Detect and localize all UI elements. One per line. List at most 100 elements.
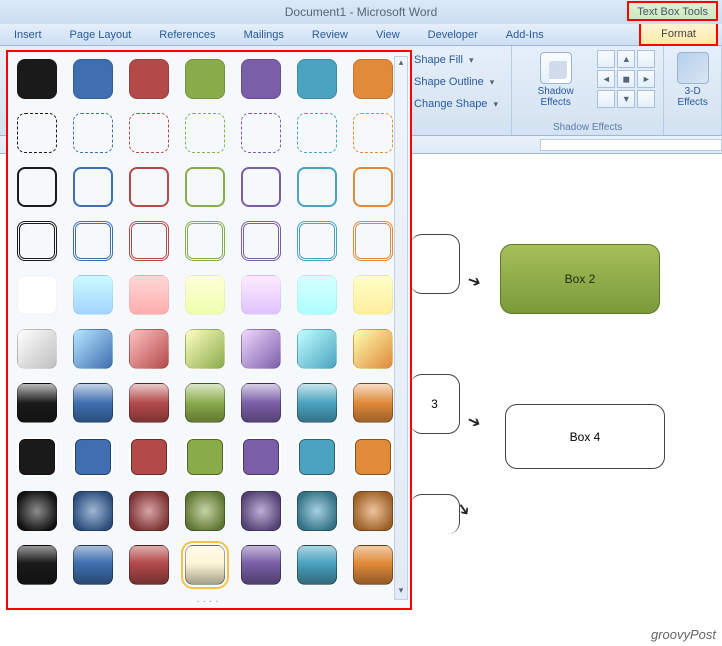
style-swatch[interactable]	[73, 437, 113, 477]
nudge-left-button[interactable]: ◄	[597, 70, 615, 88]
shadow-effects-button[interactable]: Shadow Effects	[520, 50, 591, 110]
style-swatch[interactable]	[353, 221, 393, 261]
style-swatch[interactable]	[353, 167, 393, 207]
flow-box-partial-bottom[interactable]	[410, 494, 460, 534]
style-swatch[interactable]	[73, 221, 113, 261]
style-swatch[interactable]	[17, 545, 57, 585]
style-swatch[interactable]	[129, 275, 169, 315]
flow-box-partial-top[interactable]	[410, 234, 460, 294]
style-swatch[interactable]	[241, 329, 281, 369]
style-swatch[interactable]	[73, 113, 113, 153]
style-swatch[interactable]	[297, 491, 337, 531]
style-swatch[interactable]	[129, 491, 169, 531]
style-swatch[interactable]	[353, 59, 393, 99]
style-swatch[interactable]	[17, 491, 57, 531]
style-swatch[interactable]	[17, 59, 57, 99]
style-swatch[interactable]	[17, 113, 57, 153]
tab-format[interactable]: Format	[639, 24, 718, 46]
flow-box-2[interactable]: Box 2	[500, 244, 660, 314]
tab-review[interactable]: Review	[312, 29, 348, 41]
shape-fill-button[interactable]: Shape Fill	[396, 50, 503, 70]
shape-outline-button[interactable]: Shape Outline	[396, 72, 503, 92]
style-swatch[interactable]	[241, 383, 281, 423]
style-swatch[interactable]	[241, 545, 281, 585]
tab-page-layout[interactable]: Page Layout	[70, 29, 132, 41]
tab-mailings[interactable]: Mailings	[244, 29, 284, 41]
style-swatch[interactable]	[353, 275, 393, 315]
style-swatch[interactable]	[297, 383, 337, 423]
style-swatch[interactable]	[17, 221, 57, 261]
tab-insert[interactable]: Insert	[14, 29, 42, 41]
style-swatch[interactable]	[185, 59, 225, 99]
style-swatch[interactable]	[297, 221, 337, 261]
style-swatch[interactable]	[129, 383, 169, 423]
threed-effects-button[interactable]: 3-D Effects	[672, 50, 713, 110]
style-swatch[interactable]	[185, 113, 225, 153]
style-swatch[interactable]	[241, 113, 281, 153]
style-swatch[interactable]	[297, 545, 337, 585]
style-swatch[interactable]	[73, 59, 113, 99]
tab-view[interactable]: View	[376, 29, 400, 41]
style-swatch[interactable]	[297, 437, 337, 477]
style-swatch[interactable]	[241, 437, 281, 477]
style-swatch[interactable]	[297, 113, 337, 153]
style-swatch[interactable]	[241, 59, 281, 99]
style-swatch[interactable]	[129, 545, 169, 585]
gallery-scrollbar[interactable]: ▴ ▾	[394, 56, 408, 600]
flow-box-3-partial[interactable]: 3	[410, 374, 460, 434]
style-swatch[interactable]	[17, 437, 57, 477]
style-swatch[interactable]	[353, 383, 393, 423]
style-swatch[interactable]	[353, 329, 393, 369]
style-swatch[interactable]	[17, 329, 57, 369]
style-swatch[interactable]	[241, 221, 281, 261]
change-shape-button[interactable]: Change Shape	[396, 94, 503, 114]
scroll-up-button[interactable]: ▴	[395, 57, 407, 71]
style-swatch[interactable]	[241, 275, 281, 315]
style-swatch[interactable]	[185, 329, 225, 369]
style-swatch[interactable]	[185, 167, 225, 207]
style-swatch[interactable]	[17, 275, 57, 315]
style-swatch[interactable]	[17, 167, 57, 207]
style-swatch[interactable]	[129, 221, 169, 261]
style-swatch[interactable]	[73, 383, 113, 423]
style-swatch[interactable]	[185, 491, 225, 531]
style-swatch[interactable]	[73, 275, 113, 315]
style-swatch[interactable]	[297, 329, 337, 369]
style-swatch[interactable]	[185, 545, 225, 585]
style-swatch[interactable]	[297, 59, 337, 99]
style-swatch[interactable]	[353, 437, 393, 477]
style-swatch[interactable]	[129, 167, 169, 207]
style-swatch[interactable]	[297, 167, 337, 207]
style-swatch[interactable]	[353, 113, 393, 153]
nudge-up-button[interactable]: ▲	[617, 50, 635, 68]
shadow-toggle-button[interactable]: ◼	[617, 70, 635, 88]
style-swatch[interactable]	[353, 491, 393, 531]
flow-box-4[interactable]: Box 4	[505, 404, 665, 469]
style-swatch[interactable]	[185, 383, 225, 423]
style-swatch[interactable]	[353, 545, 393, 585]
tab-developer[interactable]: Developer	[428, 29, 478, 41]
style-swatch[interactable]	[185, 275, 225, 315]
style-swatch[interactable]	[241, 167, 281, 207]
style-swatch[interactable]	[185, 221, 225, 261]
tab-references[interactable]: References	[159, 29, 215, 41]
style-swatch[interactable]	[17, 383, 57, 423]
style-swatch[interactable]	[73, 491, 113, 531]
style-swatch[interactable]	[129, 59, 169, 99]
style-swatch[interactable]	[73, 329, 113, 369]
style-swatch[interactable]	[185, 437, 225, 477]
style-swatch[interactable]	[129, 437, 169, 477]
scroll-down-button[interactable]: ▾	[395, 585, 407, 599]
style-swatch[interactable]	[129, 113, 169, 153]
arrow-icon: ➔	[464, 410, 485, 434]
style-swatch[interactable]	[73, 545, 113, 585]
style-swatch[interactable]	[73, 167, 113, 207]
style-swatch[interactable]	[297, 275, 337, 315]
style-swatch[interactable]	[129, 329, 169, 369]
nudge-right-button[interactable]: ►	[637, 70, 655, 88]
resize-grip-icon[interactable]: ····	[196, 596, 221, 607]
nudge-down-button[interactable]: ▼	[617, 90, 635, 108]
style-swatch[interactable]	[241, 491, 281, 531]
threed-effects-group: 3-D Effects	[664, 46, 722, 135]
tab-add-ins[interactable]: Add-Ins	[506, 29, 544, 41]
